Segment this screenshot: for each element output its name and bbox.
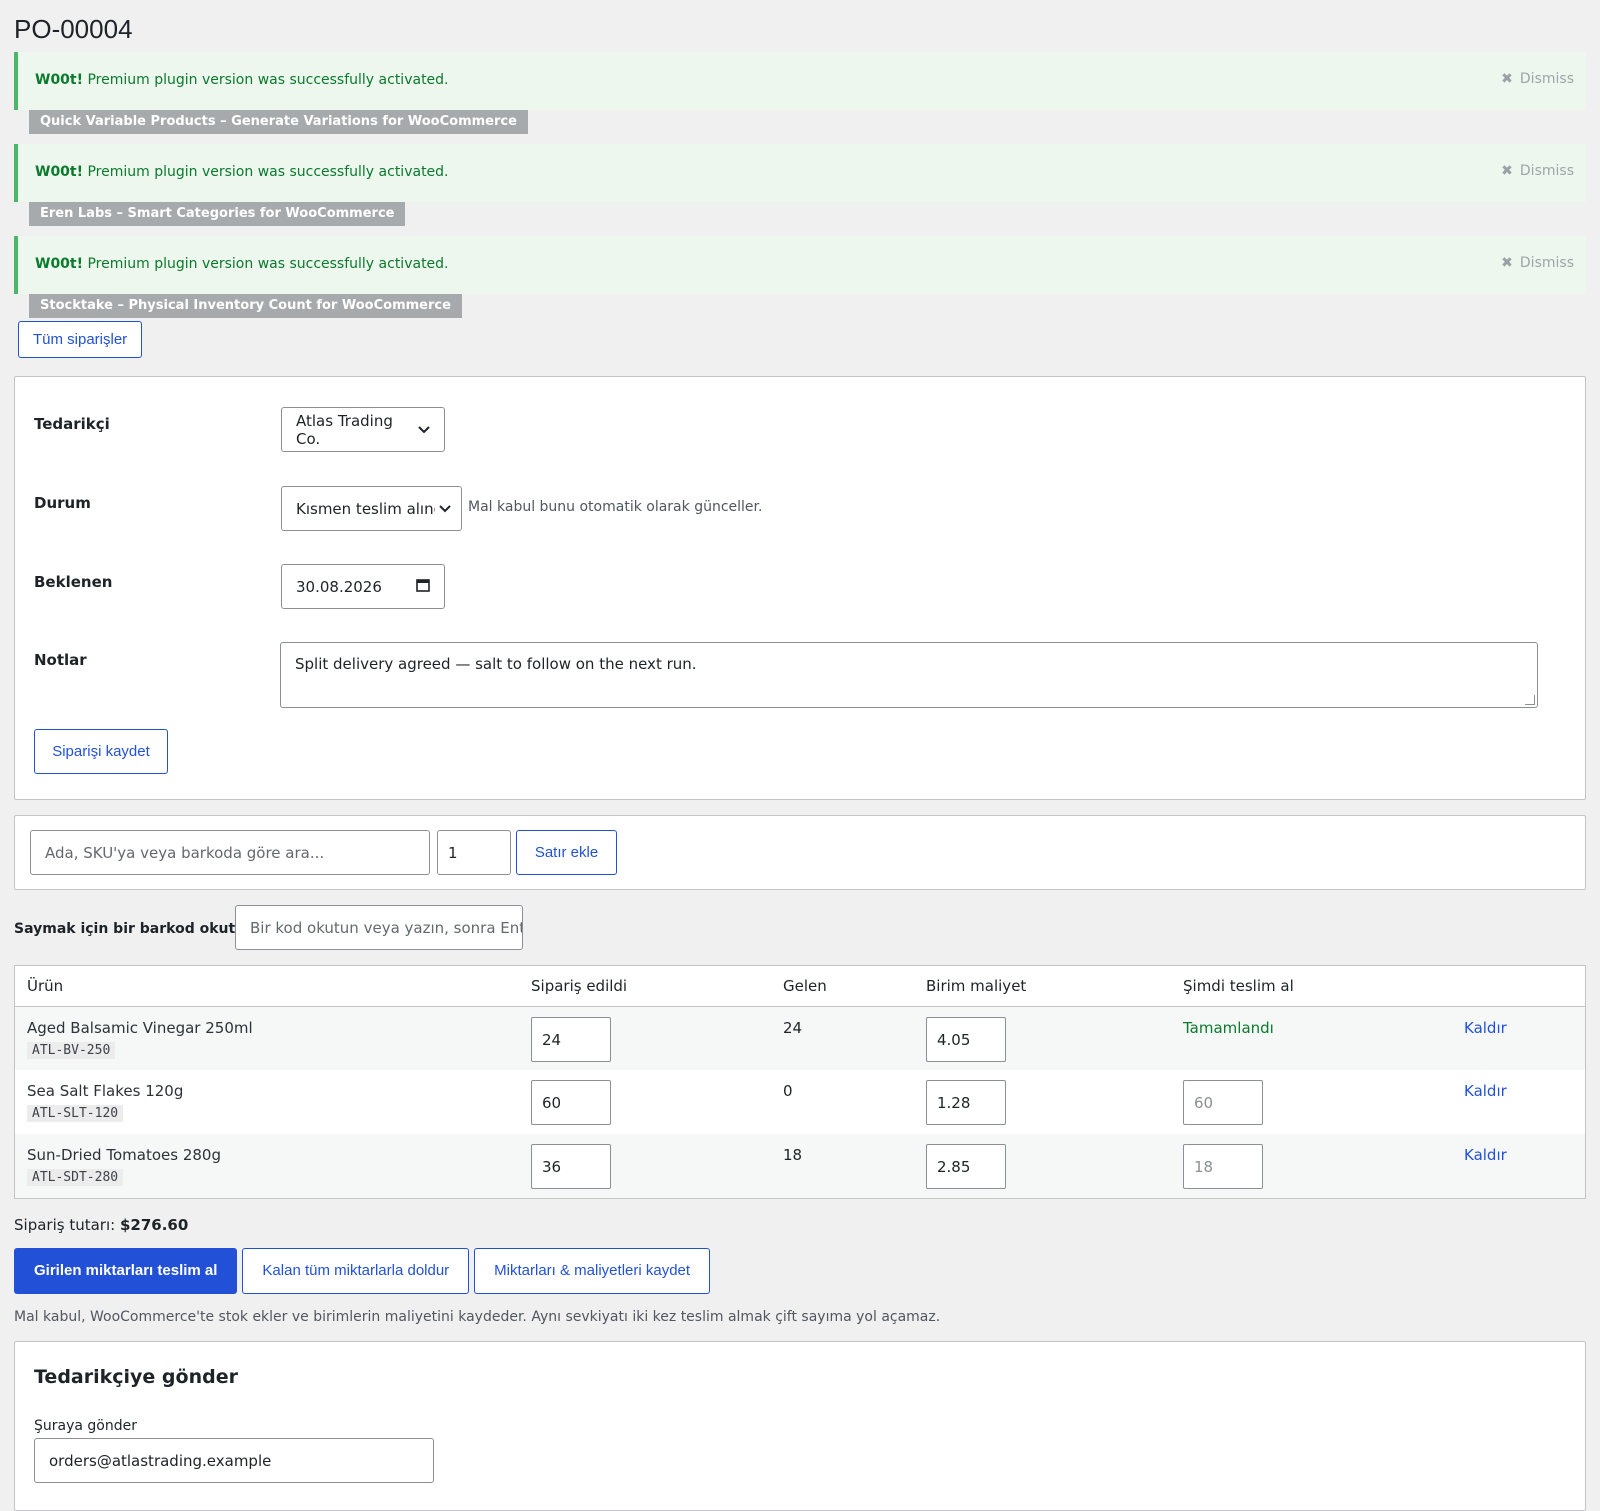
- order-form-panel: Tedarikçi Atlas Trading Co. Durum Kısmen…: [14, 376, 1586, 800]
- col-header-product: Ürün: [15, 966, 519, 1007]
- status-hint: Mal kabul bunu otomatik olarak günceller…: [468, 499, 763, 515]
- col-header-actions: [1452, 966, 1585, 1007]
- resize-grip-icon[interactable]: [1525, 695, 1535, 705]
- notice-text: Premium plugin version was successfully …: [87, 164, 449, 180]
- ordered-qty-input[interactable]: 36: [531, 1144, 611, 1189]
- order-total-label: Sipariş tutarı:: [14, 1216, 116, 1234]
- dismiss-button[interactable]: ✖ Dismiss: [1501, 255, 1574, 271]
- col-header-received: Gelen: [771, 966, 914, 1007]
- status-select[interactable]: Kısmen teslim alındı: [281, 486, 462, 531]
- plugin-badge: Stocktake – Physical Inventory Count for…: [29, 294, 462, 318]
- unit-cost-input[interactable]: 1.28: [926, 1080, 1006, 1125]
- notice-2: W00t! Premium plugin version was success…: [14, 144, 1586, 202]
- ordered-qty-input[interactable]: 60: [531, 1080, 611, 1125]
- received-qty: 24: [771, 1006, 914, 1070]
- product-sku: ATL-SDT-280: [27, 1169, 124, 1186]
- barcode-scan-input[interactable]: Bir kod okutun veya yazın, sonra Ente: [235, 905, 523, 950]
- close-icon: ✖: [1501, 255, 1513, 271]
- chevron-down-icon: [418, 423, 430, 437]
- notice-message: W00t! Premium plugin version was success…: [35, 256, 449, 272]
- send-supplier-title: Tedarikçiye gönder: [34, 1366, 238, 1388]
- status-label: Durum: [34, 494, 91, 512]
- unit-cost-input[interactable]: 4.05: [926, 1016, 1006, 1062]
- save-quantities-costs-button[interactable]: Miktarları & maliyetleri kaydet: [474, 1248, 711, 1294]
- fill-remaining-button[interactable]: Kalan tüm miktarlarla doldur: [242, 1248, 470, 1294]
- notice-3: W00t! Premium plugin version was success…: [14, 236, 1586, 294]
- notice-text: Premium plugin version was successfully …: [87, 256, 449, 272]
- received-qty: 18: [771, 1134, 914, 1198]
- plugin-badge: Quick Variable Products – Generate Varia…: [29, 110, 528, 134]
- barcode-scan-placeholder: Bir kod okutun veya yazın, sonra Ente: [250, 918, 523, 937]
- dismiss-label: Dismiss: [1519, 163, 1574, 179]
- product-name: Aged Balsamic Vinegar 250ml: [27, 1018, 253, 1037]
- receive-entered-button[interactable]: Girilen miktarları teslim al: [14, 1248, 238, 1294]
- send-to-label: Şuraya gönder: [34, 1418, 137, 1434]
- product-sku: ATL-SLT-120: [27, 1105, 124, 1122]
- notes-textarea[interactable]: Split delivery agreed — salt to follow o…: [280, 642, 1538, 708]
- receive-complete-status: Tamamlandı: [1183, 1018, 1274, 1037]
- remove-link[interactable]: Kaldır: [1464, 1082, 1507, 1100]
- notes-value: Split delivery agreed — salt to follow o…: [295, 655, 697, 673]
- quantity-input[interactable]: 1: [437, 830, 511, 875]
- dismiss-label: Dismiss: [1519, 71, 1574, 87]
- dismiss-button[interactable]: ✖ Dismiss: [1501, 71, 1574, 87]
- received-qty: 0: [783, 1082, 793, 1100]
- plugin-badge: Eren Labs – Smart Categories for WooComm…: [29, 202, 406, 226]
- product-name: Sea Salt Flakes 120g: [27, 1082, 184, 1100]
- unit-cost-input[interactable]: 2.85: [926, 1144, 1006, 1189]
- col-header-receive-now: Şimdi teslim al: [1171, 966, 1452, 1007]
- receive-now-input[interactable]: 60: [1183, 1080, 1263, 1125]
- expected-date-value: 30.08.2026: [296, 577, 382, 596]
- notice-strong: W00t!: [35, 164, 84, 180]
- close-icon: ✖: [1501, 163, 1513, 179]
- order-total: Sipariş tutarı: $276.60: [14, 1216, 1586, 1234]
- supplier-select[interactable]: Atlas Trading Co.: [281, 407, 445, 452]
- notice-strong: W00t!: [35, 72, 84, 88]
- supplier-label: Tedarikçi: [34, 415, 110, 433]
- col-header-unit-cost: Birim maliyet: [914, 966, 1171, 1007]
- notes-label: Notlar: [34, 651, 87, 669]
- order-total-value: $276.60: [119, 1216, 189, 1234]
- add-line-panel: Ada, SKU'ya veya barkoda göre ara... 1 S…: [14, 815, 1586, 890]
- quantity-value: 1: [448, 843, 458, 862]
- barcode-scan-label: Saymak için bir barkod okutun:: [14, 921, 261, 937]
- receive-actions: Girilen miktarları teslim al Kalan tüm m…: [14, 1248, 1586, 1294]
- status-value: Kısmen teslim alındı: [296, 499, 435, 518]
- expected-label: Beklenen: [34, 573, 113, 591]
- col-header-ordered: Sipariş edildi: [519, 966, 771, 1007]
- supplier-value: Atlas Trading Co.: [296, 411, 393, 448]
- product-name: Sun-Dried Tomatoes 280g: [27, 1146, 221, 1164]
- send-to-email-input[interactable]: orders@atlastrading.example: [34, 1438, 434, 1483]
- calendar-icon[interactable]: [416, 578, 430, 596]
- table-row: Sea Salt Flakes 120g ATL-SLT-120 60 0 1.…: [15, 1070, 1585, 1134]
- close-icon: ✖: [1501, 71, 1513, 87]
- product-search-input[interactable]: Ada, SKU'ya veya barkoda göre ara...: [30, 830, 430, 875]
- page-wrap: PO-00004 W00t! Premium plugin version wa…: [0, 0, 1600, 1511]
- ordered-qty-input[interactable]: 24: [531, 1016, 611, 1062]
- items-table: Ürün Sipariş edildi Gelen Birim maliyet …: [14, 965, 1586, 1199]
- remove-link[interactable]: Kaldır: [1464, 1019, 1507, 1037]
- all-orders-button[interactable]: Tüm siparişler: [18, 321, 143, 358]
- receive-note: Mal kabul, WooCommerce'te stok ekler ve …: [14, 1309, 941, 1325]
- add-line-button[interactable]: Satır ekle: [516, 830, 617, 875]
- send-to-email-value: orders@atlastrading.example: [49, 1451, 272, 1470]
- notice-message: W00t! Premium plugin version was success…: [35, 164, 449, 180]
- notice-strong: W00t!: [35, 256, 84, 272]
- barcode-scan-row: Saymak için bir barkod okutun: Bir kod o…: [14, 890, 1586, 965]
- dismiss-label: Dismiss: [1519, 255, 1574, 271]
- dismiss-button[interactable]: ✖ Dismiss: [1501, 163, 1574, 179]
- page-title: PO-00004: [14, 14, 133, 44]
- table-row: Aged Balsamic Vinegar 250ml ATL-BV-250 2…: [15, 1006, 1585, 1070]
- remove-link[interactable]: Kaldır: [1464, 1146, 1507, 1164]
- chevron-down-icon: [439, 502, 451, 516]
- product-sku: ATL-BV-250: [27, 1041, 116, 1059]
- notice-1: W00t! Premium plugin version was success…: [14, 52, 1586, 110]
- table-row: Sun-Dried Tomatoes 280g ATL-SDT-280 36 1…: [15, 1134, 1585, 1198]
- receive-now-input[interactable]: 18: [1183, 1144, 1263, 1189]
- save-order-button[interactable]: Siparişi kaydet: [34, 729, 168, 774]
- notice-text: Premium plugin version was successfully …: [87, 72, 449, 88]
- expected-date-input[interactable]: 30.08.2026: [281, 564, 445, 609]
- product-search-placeholder: Ada, SKU'ya veya barkoda göre ara...: [45, 843, 325, 862]
- notice-message: W00t! Premium plugin version was success…: [35, 72, 449, 88]
